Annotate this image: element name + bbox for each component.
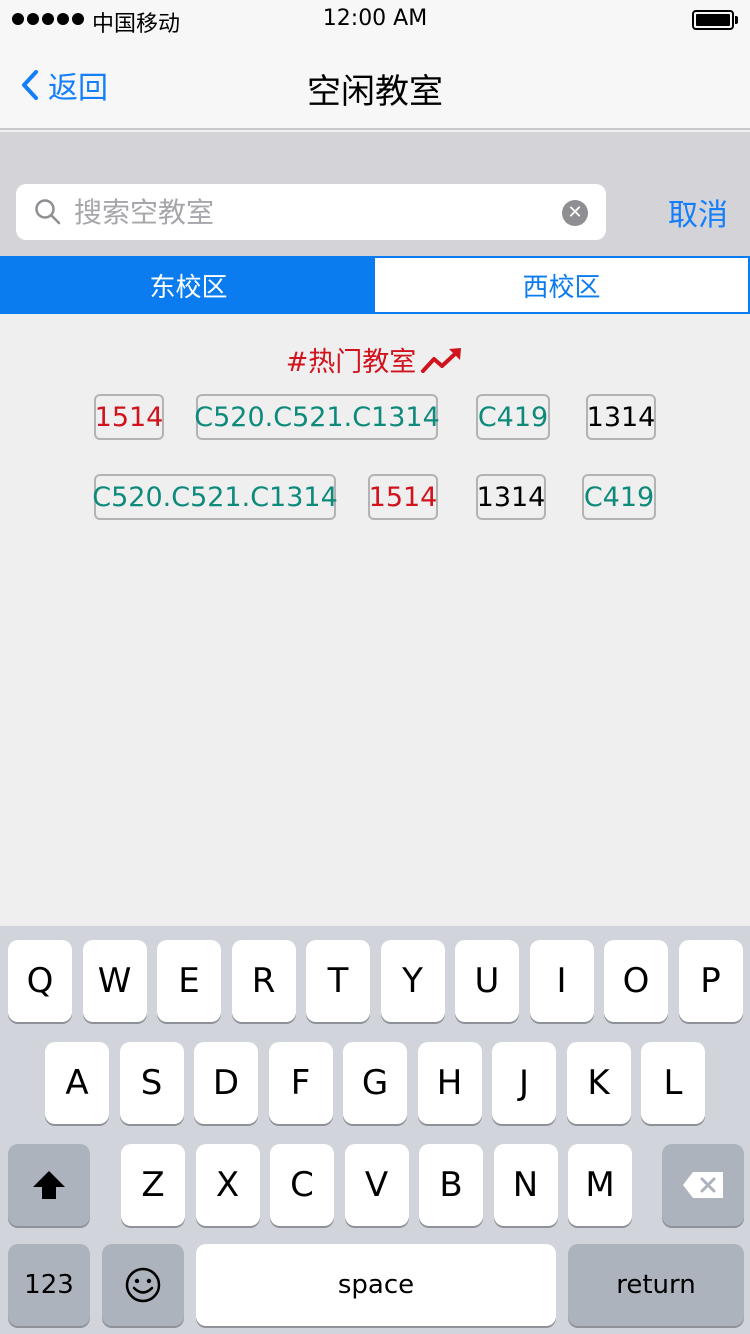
hot-tag[interactable]: 1314 [476,474,546,520]
tab-east-campus[interactable]: 东校区 [2,258,375,312]
status-time: 12:00 AM [322,6,428,31]
shift-icon [33,1171,65,1199]
key-p[interactable]: P [678,940,743,1022]
status-bar: 中国移动 12:00 AM [0,0,750,40]
key-v[interactable]: V [344,1144,409,1226]
key-t[interactable]: T [306,940,370,1022]
emoji-icon [125,1267,161,1303]
hot-tag[interactable]: C419 [476,394,550,440]
key-z[interactable]: Z [121,1144,185,1226]
key-o[interactable]: O [604,940,668,1022]
keyboard: QWERTYUIOP ASDFGHJKL ZXCVBNM 123 space r… [0,926,750,1334]
key-y[interactable]: Y [380,940,445,1022]
backspace-icon [683,1172,723,1198]
hot-tag[interactable]: C520.C521.C1314 [92,474,338,520]
cancel-button[interactable]: 取消 [668,190,728,234]
key-w[interactable]: W [82,940,147,1022]
key-g[interactable]: G [343,1042,407,1124]
key-b[interactable]: B [419,1144,483,1226]
key-r[interactable]: R [231,940,296,1022]
hot-tag[interactable]: 1314 [586,394,656,440]
key-c[interactable]: C [270,1144,334,1226]
search-input[interactable] [74,184,554,240]
campus-tabs: 东校区 西校区 [0,256,750,314]
tab-west-campus[interactable]: 西校区 [375,258,748,312]
trending-up-icon [421,347,462,373]
key-a[interactable]: A [45,1042,109,1124]
clear-icon[interactable]: ✕ [562,200,588,226]
key-x[interactable]: X [195,1144,260,1226]
key-f[interactable]: F [268,1042,333,1124]
navigation-bar: 返回 空闲教室 [0,40,750,130]
space-key[interactable]: space [196,1244,556,1326]
delete-key[interactable] [662,1144,744,1226]
key-e[interactable]: E [157,940,221,1022]
hot-tag[interactable]: 1514 [368,474,438,520]
key-s[interactable]: S [119,1042,184,1124]
return-key[interactable]: return [568,1244,744,1326]
hot-tag[interactable]: C419 [582,474,656,520]
hot-tag[interactable]: 1514 [94,394,164,440]
hot-title-label: #热门教室 [285,347,417,378]
key-i[interactable]: I [529,940,594,1022]
page-title: 空闲教室 [307,72,443,112]
key-q[interactable]: Q [8,940,72,1022]
shift-key[interactable] [8,1144,90,1226]
key-k[interactable]: K [566,1042,631,1124]
search-bar-area: ✕ 取消 [0,132,750,256]
key-u[interactable]: U [455,940,519,1022]
key-d[interactable]: D [194,1042,258,1124]
hot-tag[interactable]: C520.C521.C1314 [194,394,440,440]
key-l[interactable]: L [641,1042,705,1124]
search-box[interactable]: ✕ [16,184,606,240]
hot-classrooms-title: #热门教室 [0,340,750,379]
key-n[interactable]: N [493,1144,558,1226]
search-icon [35,199,61,225]
battery-icon [692,10,738,30]
numbers-key[interactable]: 123 [8,1244,90,1326]
key-h[interactable]: H [417,1042,482,1124]
key-m[interactable]: M [568,1144,632,1226]
key-j[interactable]: J [492,1042,556,1124]
emoji-key[interactable] [102,1244,184,1326]
